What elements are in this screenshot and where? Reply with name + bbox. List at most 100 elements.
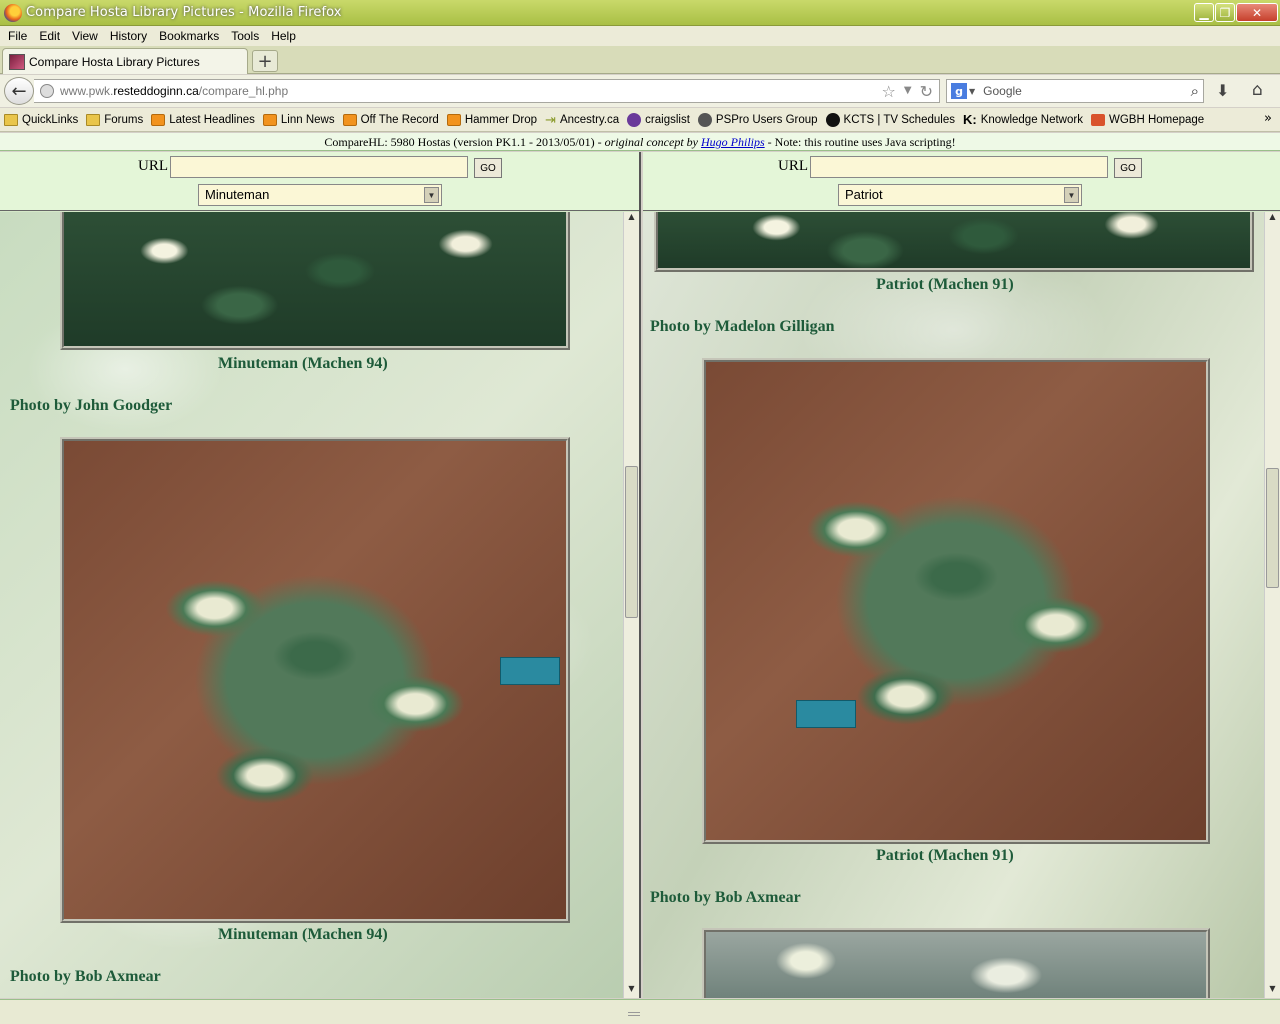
scroll-up-icon[interactable]: ▲ (624, 212, 639, 226)
bookmark-ancestry[interactable]: ⇥ Ancestry.ca (545, 112, 619, 128)
menu-help[interactable]: Help (265, 29, 302, 43)
notice-prefix: CompareHL: 5980 Hostas (version PK1.1 - … (324, 135, 605, 149)
new-tab-button[interactable]: + (252, 50, 278, 72)
menu-file[interactable]: File (2, 29, 33, 43)
notice-suffix: - Note: this routine uses Java scripting… (764, 135, 956, 149)
minimize-button[interactable]: ▁ (1194, 3, 1214, 22)
scroll-down-icon[interactable]: ▼ (624, 984, 639, 998)
tab-strip: Compare Hosta Library Pictures + (0, 46, 1280, 74)
right-frame-header: URL GO Patriot ▼ (643, 152, 1280, 211)
plant-label-card (796, 700, 856, 728)
author-link[interactable]: Hugo Philips (701, 135, 765, 149)
window-title: Compare Hosta Library Pictures - Mozilla… (26, 5, 342, 20)
search-bar[interactable]: g ▼ Google ⌕ (946, 79, 1204, 103)
bookmark-latest-headlines[interactable]: Latest Headlines (151, 113, 255, 126)
site-favicon-icon (9, 53, 25, 70)
search-input[interactable]: Google (983, 84, 1022, 98)
left-selected-value: Minuteman (205, 187, 270, 202)
download-icon[interactable]: ⬇ (1216, 81, 1229, 100)
left-scroll-thumb[interactable] (625, 466, 638, 618)
chevron-down-icon[interactable]: ▼ (424, 187, 439, 203)
left-url-input[interactable] (170, 156, 468, 178)
right-photo-3-credit: Photo by Bob Axmear (650, 889, 801, 906)
wgbh-icon (1090, 113, 1105, 126)
menu-view[interactable]: View (66, 29, 104, 43)
chevron-down-icon[interactable]: ▼ (1064, 187, 1079, 203)
magnifier-icon[interactable]: ⌕ (1191, 82, 1199, 100)
home-icon[interactable]: ⌂ (1252, 80, 1263, 100)
globe-icon (40, 84, 54, 98)
bookmark-knowledge-network[interactable]: K: Knowledge Network (963, 112, 1083, 127)
url-actions: ☆ ▼ ↻ (882, 82, 933, 101)
left-hosta-select[interactable]: Minuteman ▼ (198, 184, 442, 206)
bookmark-star-icon[interactable]: ☆ (882, 82, 896, 101)
left-frame-content: Minuteman (Machen 94) Photo by John Good… (0, 212, 625, 998)
right-photo-1-caption: Patriot (Machen 91) (876, 276, 1014, 293)
bookmark-quicklinks[interactable]: QuickLinks (4, 113, 78, 126)
left-vertical-scrollbar[interactable]: ▲ ▼ (623, 212, 639, 998)
right-photo-2 (702, 358, 1210, 844)
search-engine-dropdown-icon[interactable]: ▼ (969, 87, 975, 96)
menu-history[interactable]: History (104, 29, 153, 43)
right-scroll-thumb[interactable] (1266, 468, 1279, 588)
menu-tools[interactable]: Tools (225, 29, 265, 43)
bookmark-kcts[interactable]: KCTS | TV Schedules (825, 112, 955, 127)
right-photo-1 (654, 212, 1254, 272)
right-selected-value: Patriot (845, 187, 883, 202)
reload-icon[interactable]: ↻ (920, 82, 933, 101)
firefox-logo-icon (4, 3, 22, 22)
notice-concept: original concept by (604, 135, 698, 149)
navigation-bar: ← www.pwk.resteddoginn.ca/compare_hl.php… (0, 75, 1280, 107)
folder-icon (86, 113, 101, 126)
tab-compare-hosta[interactable]: Compare Hosta Library Pictures (2, 48, 248, 74)
left-frame-header: URL GO Minuteman ▼ (0, 152, 639, 211)
back-button[interactable]: ← (4, 77, 34, 105)
right-frame-content: Patriot (Machen 91) Photo by Madelon Gil… (643, 212, 1264, 998)
menu-edit[interactable]: Edit (33, 29, 66, 43)
bookmarks-toolbar: QuickLinks Forums Latest Headlines Linn … (0, 108, 1280, 132)
bookmark-linn-news[interactable]: Linn News (262, 113, 335, 126)
left-go-button[interactable]: GO (474, 158, 502, 178)
right-photo-2-credit: Photo by Madelon Gilligan (650, 318, 835, 335)
scroll-down-icon[interactable]: ▼ (1265, 984, 1280, 998)
k-icon: K: (962, 112, 977, 127)
scroll-grip-icon[interactable] (628, 1012, 640, 1016)
bookmark-craigslist[interactable]: craigslist (627, 112, 690, 127)
rss-icon (446, 113, 461, 126)
right-url-input[interactable] (810, 156, 1108, 178)
left-url-label: URL (138, 158, 168, 174)
horizontal-scrollbar[interactable] (0, 999, 1280, 1024)
arrow-icon: ⇥ (545, 111, 556, 127)
address-bar[interactable]: www.pwk.resteddoginn.ca/compare_hl.php ☆… (34, 79, 940, 103)
history-dropdown-icon[interactable]: ▼ (904, 82, 912, 101)
rss-icon (151, 113, 166, 126)
pspro-icon (697, 112, 712, 127)
rss-icon (342, 113, 357, 126)
bookmark-forums[interactable]: Forums (86, 113, 143, 126)
bookmark-pspro[interactable]: PSPro Users Group (697, 112, 818, 127)
right-photo-3 (702, 928, 1210, 998)
right-url-label: URL (778, 158, 808, 174)
tab-label: Compare Hosta Library Pictures (29, 54, 200, 69)
left-photo-2 (60, 437, 570, 923)
menu-bar: File Edit View History Bookmarks Tools H… (0, 26, 1280, 46)
left-photo-1-caption: Minuteman (Machen 94) (218, 355, 388, 372)
bookmark-off-the-record[interactable]: Off The Record (342, 113, 439, 126)
kcts-icon (825, 112, 840, 127)
right-go-button[interactable]: GO (1114, 158, 1142, 178)
bookmark-hammer-drop[interactable]: Hammer Drop (446, 113, 537, 126)
left-frame: URL GO Minuteman ▼ Minuteman (Machen 94)… (0, 152, 641, 998)
menu-bookmarks[interactable]: Bookmarks (153, 29, 225, 43)
rss-icon (262, 113, 277, 126)
scroll-up-icon[interactable]: ▲ (1265, 212, 1280, 226)
close-button[interactable]: ✕ (1236, 3, 1278, 22)
left-photo-2-caption: Minuteman (Machen 94) (218, 926, 388, 943)
folder-icon (4, 113, 18, 126)
right-vertical-scrollbar[interactable]: ▲ ▼ (1264, 212, 1280, 998)
google-search-icon[interactable]: g (951, 83, 967, 99)
bookmarks-overflow-button[interactable]: » (1264, 111, 1272, 126)
plant-label-card (500, 657, 560, 685)
bookmark-wgbh[interactable]: WGBH Homepage (1090, 113, 1204, 126)
right-hosta-select[interactable]: Patriot ▼ (838, 184, 1082, 206)
maximize-button[interactable]: ❐ (1215, 3, 1235, 22)
